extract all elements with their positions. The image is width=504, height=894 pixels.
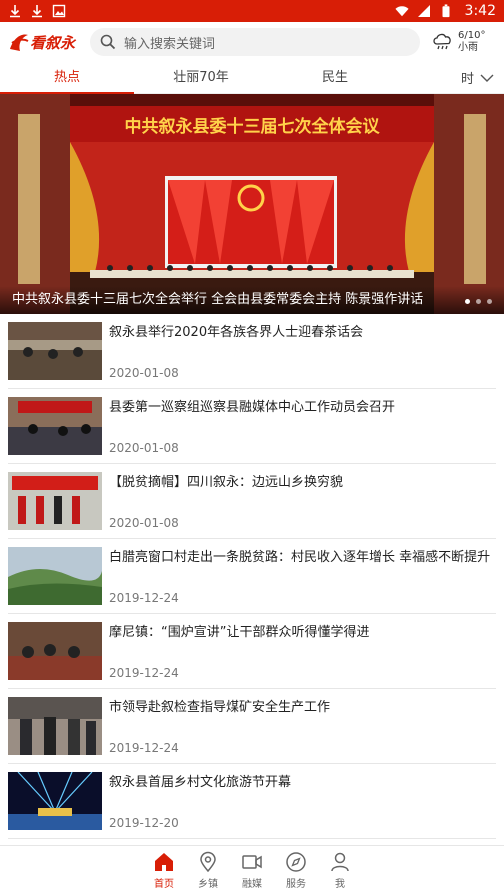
nav-townships[interactable]: 乡镇 — [186, 846, 230, 894]
article-item[interactable]: 市领导赴叙检查指导煤矿安全生产工作 2019-12-24 — [8, 689, 496, 764]
nav-me-label: 我 — [335, 878, 345, 890]
location-icon — [200, 851, 216, 872]
search-icon — [100, 34, 116, 50]
article-thumbnail — [8, 397, 102, 455]
nav-media[interactable]: 融媒 — [230, 846, 274, 894]
article-thumbnail — [8, 697, 102, 755]
article-title: 市领导赴叙检查指导煤矿安全生产工作 — [109, 700, 331, 715]
article-item[interactable]: 摩尼镇：“围炉宣讲”让干部群众听得懂学得进 2019-12-24 — [8, 614, 496, 689]
featured-banner[interactable]: 中共叙永县委十三届七次全体会议 中共叙永县委十三届七次全会举行 全会由县委常委会… — [0, 94, 504, 314]
status-time: 3:42 — [464, 3, 496, 19]
banner-image: 中共叙永县委十三届七次全体会议 — [0, 94, 504, 314]
weather-desc: 小雨 — [458, 42, 478, 53]
nav-services[interactable]: 服务 — [274, 846, 318, 894]
nav-services-label: 服务 — [286, 878, 306, 890]
nav-home-label: 首页 — [154, 878, 174, 890]
tab-70-years[interactable]: 壮丽70年 — [134, 62, 268, 94]
battery-icon — [442, 4, 450, 18]
article-title: 【脱贫摘帽】四川叙永：边远山乡换穷貌 — [109, 475, 344, 490]
search-placeholder: 输入搜索关键词 — [124, 36, 216, 52]
gallery-icon — [52, 4, 66, 18]
banner-headline: 中共叙永县委十三届七次全体会议 — [125, 116, 381, 137]
article-date: 2019-12-24 — [109, 666, 179, 680]
status-bar: 3:42 — [0, 0, 504, 22]
article-item[interactable]: 叙永县首届乡村文化旅游节开幕 2019-12-20 — [8, 764, 496, 839]
compass-icon — [286, 851, 306, 872]
tab-time[interactable]: 时 — [461, 68, 474, 87]
article-date: 2019-12-20 — [109, 816, 179, 830]
signal-icon — [417, 5, 430, 17]
article-thumbnail — [8, 472, 102, 530]
nav-townships-label: 乡镇 — [198, 878, 218, 890]
banner-caption: 中共叙永县委十三届七次全会举行 全会由县委常委会主持 陈景强作讲话 — [0, 286, 504, 314]
chevron-down-icon[interactable] — [480, 73, 494, 83]
article-thumbnail — [8, 772, 102, 830]
article-item[interactable]: 白腊亮窗口村走出一条脱贫路：村民收入逐年增长 幸福感不断提升 2019-12-2… — [8, 539, 496, 614]
article-date: 2020-01-08 — [109, 366, 179, 380]
article-thumbnail — [8, 547, 102, 605]
article-item[interactable]: 叙永县举行2020年各族各界人士迎春茶话会 2020-01-08 — [8, 314, 496, 389]
tab-livelihood[interactable]: 民生 — [268, 62, 402, 94]
article-thumbnail — [8, 322, 102, 380]
category-tabs: 热点 壮丽70年 民生 时 — [0, 62, 504, 94]
home-icon — [155, 852, 173, 871]
article-title: 县委第一巡察组巡察县融媒体中心工作动员会召开 — [109, 400, 396, 415]
article-date: 2020-01-08 — [109, 516, 179, 530]
logo-text: 看叙永 — [30, 34, 77, 52]
nav-me[interactable]: 我 — [318, 846, 362, 894]
article-date: 2019-12-24 — [109, 591, 179, 605]
app-logo[interactable]: 看叙永 — [8, 29, 78, 55]
carousel-dot[interactable] — [487, 299, 492, 304]
article-item[interactable]: 县委第一巡察组巡察县融媒体中心工作动员会召开 2020-01-08 — [8, 389, 496, 464]
nav-home[interactable]: 首页 — [142, 846, 186, 894]
article-item[interactable]: 【脱贫摘帽】四川叙永：边远山乡换穷貌 2020-01-08 — [8, 464, 496, 539]
article-date: 2020-01-08 — [109, 441, 179, 455]
download-icon — [32, 5, 42, 18]
article-date: 2019-12-24 — [109, 741, 179, 755]
rain-cloud-icon — [433, 33, 451, 50]
carousel-dot[interactable] — [476, 299, 481, 304]
carousel-dot[interactable] — [465, 299, 470, 304]
bottom-navigation: 首页 乡镇 融媒 服务 我 — [0, 845, 504, 894]
weather-widget[interactable]: 6/10° 小雨 — [432, 30, 485, 54]
nav-media-label: 融媒 — [242, 878, 262, 890]
video-icon — [242, 854, 262, 869]
user-icon — [331, 852, 349, 871]
article-title: 叙永县首届乡村文化旅游节开幕 — [109, 775, 292, 790]
article-title: 摩尼镇：“围炉宣讲”让干部群众听得懂学得进 — [109, 625, 370, 640]
article-title: 叙永县举行2020年各族各界人士迎春茶话会 — [109, 325, 364, 340]
wifi-icon — [394, 6, 409, 17]
download-icon — [10, 5, 20, 18]
search-bar[interactable]: 输入搜索关键词 — [90, 28, 420, 56]
tab-hotspot[interactable]: 热点 — [0, 62, 134, 94]
carousel-indicator — [465, 299, 492, 304]
article-list: 叙永县举行2020年各族各界人士迎春茶话会 2020-01-08 县委第一巡察组… — [0, 314, 504, 839]
article-title: 白腊亮窗口村走出一条脱贫路：村民收入逐年增长 幸福感不断提升 — [109, 550, 491, 565]
app-header: 看叙永 输入搜索关键词 6/10° 小雨 — [0, 22, 504, 62]
weather-temp: 6/10° — [458, 30, 486, 41]
article-thumbnail — [8, 622, 102, 680]
